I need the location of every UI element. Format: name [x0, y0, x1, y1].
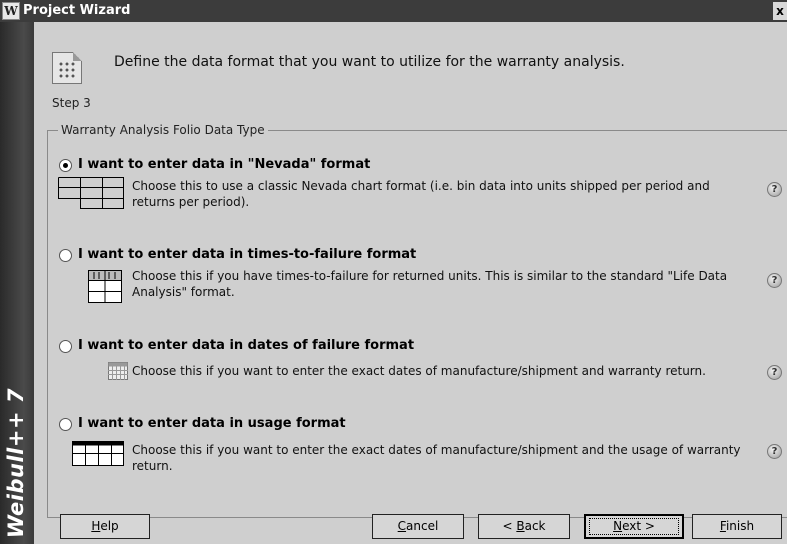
step-label: Step 3: [52, 96, 91, 110]
step-description: Define the data format that you want to …: [114, 54, 625, 70]
help-button[interactable]: Help: [60, 514, 150, 539]
wizard-content: Define the data format that you want to …: [34, 22, 787, 544]
brand-sidebar: Weibull++ 7: [0, 22, 34, 544]
weibull-app-icon: W: [2, 2, 20, 20]
radio-nevada-format[interactable]: [59, 159, 72, 172]
focus-rectangle: [589, 518, 679, 535]
cancel-button[interactable]: Cancel: [372, 514, 464, 539]
title-bar[interactable]: W Project Wizard x: [0, 0, 787, 22]
option-times-to-failure-title[interactable]: I want to enter data in times-to-failure…: [78, 247, 416, 262]
wizard-step-icon: [52, 52, 82, 84]
radio-usage-format[interactable]: [59, 418, 72, 431]
option-usage-title[interactable]: I want to enter data in usage format: [78, 416, 346, 431]
nevada-chart-icon: [58, 177, 124, 209]
usage-grid-icon: [72, 441, 124, 466]
option-dates-of-failure-title[interactable]: I want to enter data in dates of failure…: [78, 338, 414, 353]
next-button[interactable]: Next >: [584, 514, 684, 539]
option-times-to-failure-description: Choose this if you have times-to-failure…: [132, 269, 728, 299]
finish-button[interactable]: Finish: [692, 514, 782, 539]
calendar-icon: [108, 362, 128, 380]
close-icon[interactable]: x: [773, 2, 787, 20]
help-icon[interactable]: ?: [767, 273, 782, 288]
help-icon[interactable]: ?: [767, 365, 782, 380]
brand-logo: Weibull++ 7: [4, 387, 28, 538]
data-type-group-legend: Warranty Analysis Folio Data Type: [58, 123, 268, 137]
back-button[interactable]: < Back: [478, 514, 570, 539]
option-dates-of-failure-description: Choose this if you want to enter the exa…: [132, 364, 706, 378]
help-icon[interactable]: ?: [767, 444, 782, 459]
option-nevada-description: Choose this to use a classic Nevada char…: [132, 179, 710, 209]
radio-times-to-failure-format[interactable]: [59, 249, 72, 262]
window-title: Project Wizard: [23, 3, 131, 18]
help-icon[interactable]: ?: [767, 182, 782, 197]
times-to-failure-grid-icon: [88, 270, 122, 303]
radio-dates-of-failure-format[interactable]: [59, 340, 72, 353]
option-usage-description: Choose this if you want to enter the exa…: [132, 443, 741, 473]
option-nevada-title[interactable]: I want to enter data in "Nevada" format: [78, 157, 370, 172]
